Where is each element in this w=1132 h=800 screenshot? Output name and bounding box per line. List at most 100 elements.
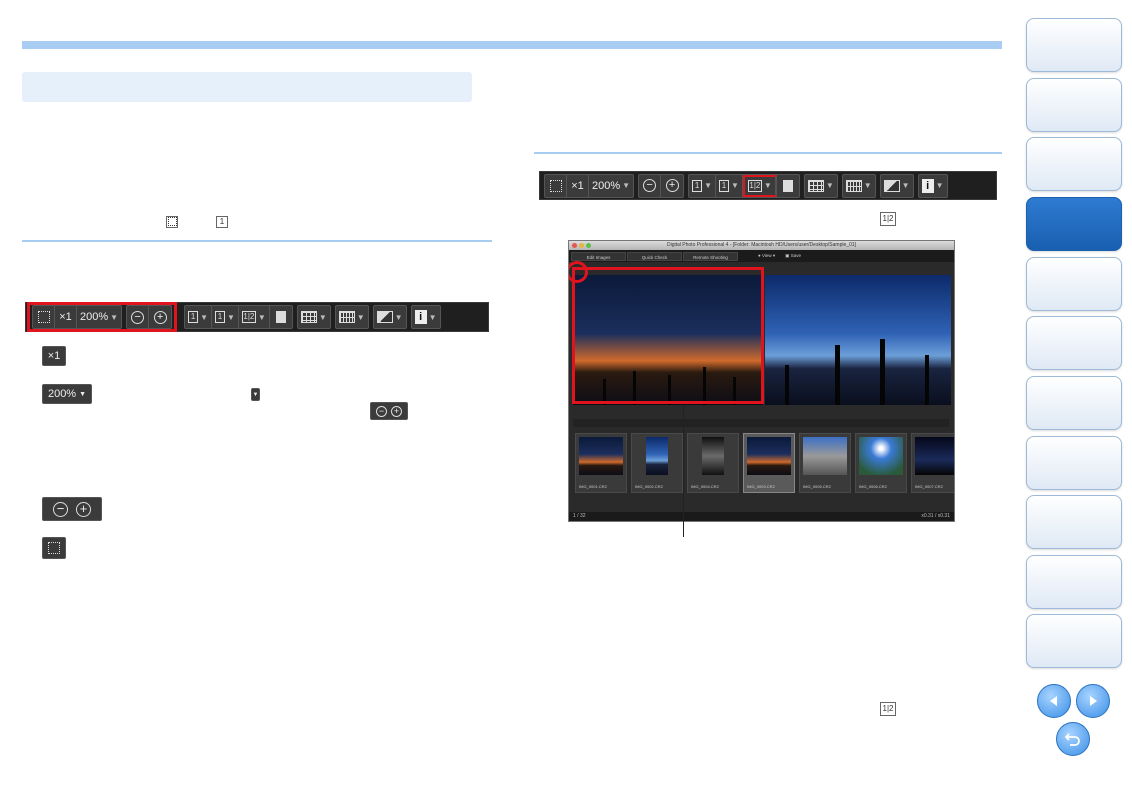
app-tabs: Edit Images Quick Check Remote Shooting … <box>569 250 954 262</box>
zoom-step-sample: − + <box>370 402 408 420</box>
layout-icon <box>782 179 793 192</box>
split-screen-button[interactable]: 1|2 ▼ <box>742 174 777 197</box>
nav-tab-9[interactable] <box>1026 495 1122 549</box>
zoom-percent-select[interactable]: 200% ▼ <box>77 306 121 328</box>
chevron-down-icon: ▼ <box>763 181 772 190</box>
fit-window-button[interactable] <box>33 306 55 328</box>
right-preview-pane[interactable] <box>765 275 951 405</box>
grid-button[interactable]: ▼ <box>805 175 837 197</box>
close-window-icon[interactable] <box>572 243 577 248</box>
return-button[interactable] <box>1056 722 1090 756</box>
info-group: i ▼ <box>410 305 441 329</box>
thumbnail[interactable]: IMG_0004.CR2 <box>687 433 739 493</box>
nav-tab-2[interactable] <box>1026 78 1122 132</box>
nav-tab-1[interactable] <box>1026 18 1122 72</box>
tab-remote-shooting[interactable]: Remote Shooting <box>683 251 738 261</box>
app-title-bar: Digital Photo Professional 4 - [Folder: … <box>569 241 954 250</box>
frame-compare-button[interactable]: 1 ▼ <box>212 306 239 328</box>
thumbnail[interactable]: IMG_0005.CR2 <box>799 433 851 493</box>
af-points-icon <box>845 179 862 192</box>
layout-button[interactable] <box>270 306 292 328</box>
maximize-window-icon[interactable] <box>586 243 591 248</box>
thumbnail-strip: IMG_0001.CR2 IMG_0002.CR2 IMG_0004.CR2 I… <box>569 433 954 493</box>
prev-page-button[interactable] <box>1037 684 1071 718</box>
chevron-down-icon: ▼ <box>394 312 403 322</box>
zoom-in-button[interactable]: + <box>149 306 171 328</box>
section-top-bar <box>22 41 1002 49</box>
zoom-out-icon: − <box>376 405 387 417</box>
thumbnail[interactable]: IMG_0002.CR2 <box>631 433 683 493</box>
info-button[interactable]: i ▼ <box>412 306 440 328</box>
nav-tab-4-active[interactable] <box>1026 197 1122 251</box>
grid-button[interactable]: ▼ <box>298 306 330 328</box>
tab-quick-check[interactable]: Quick Check <box>627 251 682 261</box>
nav-tab-8[interactable] <box>1026 436 1122 490</box>
split-screen-button[interactable]: 1|2 ▼ <box>239 306 270 328</box>
minimize-window-icon[interactable] <box>579 243 584 248</box>
zoom-x1-button[interactable]: ×1 <box>55 306 77 328</box>
fit-window-icon <box>48 542 60 554</box>
info-button[interactable]: i ▼ <box>919 175 947 197</box>
tab-edit-images[interactable]: Edit Images <box>571 251 626 261</box>
chevron-down-icon: ▼ <box>79 390 87 398</box>
layout-button[interactable] <box>777 175 799 197</box>
status-right: x0.31 / x0.31 <box>921 513 950 519</box>
zoom-x1-button[interactable]: ×1 <box>567 174 589 197</box>
view-button[interactable]: ● View ▾ <box>758 253 775 259</box>
zoom-out-button[interactable]: − <box>639 174 662 197</box>
next-page-icon <box>1090 696 1097 706</box>
zoom-in-icon: + <box>76 501 91 517</box>
nav-tab-5[interactable] <box>1026 257 1122 311</box>
thumbnail-filename: IMG_0003.CR2 <box>747 484 775 489</box>
frame-group: 1 ▼ 1 ▼ 1|2 ▼ <box>184 305 293 329</box>
zoom-step-group: − + <box>638 173 685 198</box>
frame-single-button[interactable]: 1 ▼ <box>185 306 212 328</box>
nav-tab-7[interactable] <box>1026 376 1122 430</box>
split-screen-icon: 1|2 <box>241 311 256 323</box>
dropdown-arrow-sample: ▼ <box>251 388 260 401</box>
thumbnail-selected[interactable]: IMG_0003.CR2 <box>743 433 795 493</box>
nav-tab-11[interactable] <box>1026 614 1122 668</box>
fit-window-button[interactable] <box>545 174 567 197</box>
chevron-down-icon: ▼ <box>901 181 910 190</box>
zoom-in-icon: + <box>665 179 679 192</box>
app-title: Digital Photo Professional 4 - [Folder: … <box>667 242 856 248</box>
zoom-step-sample-large: − + <box>42 497 102 521</box>
nav-tab-3[interactable] <box>1026 137 1122 191</box>
view-label: View <box>761 253 772 258</box>
zoom-percent-select[interactable]: 200% ▼ <box>589 175 633 197</box>
chevron-down-icon: ▼ <box>863 181 872 190</box>
zoom-out-button[interactable]: − <box>127 306 150 328</box>
zoom-in-button[interactable]: + <box>661 175 683 197</box>
frame-compare-button[interactable]: 1 ▼ <box>716 174 743 197</box>
thumbnail[interactable]: IMG_0006.CR2 <box>855 433 907 493</box>
thumbnail-filename: IMG_0002.CR2 <box>635 484 663 489</box>
highlight-warning-button[interactable]: ▼ <box>374 306 406 328</box>
af-points-button[interactable]: ▼ <box>336 306 368 328</box>
thumbnail[interactable]: IMG_0001.CR2 <box>575 433 627 493</box>
chevron-down-icon: ▼ <box>356 312 365 322</box>
thumbnail-image <box>803 437 847 475</box>
frame-single-button[interactable]: 1 ▼ <box>689 174 716 197</box>
zoom-percent-label: 200% <box>592 179 621 192</box>
fit-window-icon <box>549 179 562 192</box>
highlight-warning-button[interactable]: ▼ <box>881 175 913 197</box>
zoom-controls-highlight: ×1 200% ▼ − + <box>27 302 178 332</box>
nav-tab-10[interactable] <box>1026 555 1122 609</box>
info-icon: i <box>414 310 427 324</box>
split-screen-inline-icon-bottom: 1|2 <box>880 702 896 716</box>
chevron-down-icon: ▼ <box>257 312 266 322</box>
next-page-button[interactable] <box>1076 684 1110 718</box>
zoom-in-icon: + <box>391 405 402 417</box>
zoom-group: ×1 200% ▼ <box>32 305 123 329</box>
fit-window-sample <box>42 537 66 559</box>
nav-tab-6[interactable] <box>1026 316 1122 370</box>
save-button[interactable]: ▣ Save <box>785 253 801 259</box>
af-points-button[interactable]: ▼ <box>843 175 875 197</box>
zoom-x1-label: ×1 <box>571 179 584 192</box>
x1-icon-sample: ×1 <box>42 346 66 366</box>
thumbnail[interactable]: IMG_0007.CR2 <box>911 433 954 493</box>
frame-single-icon: 1 <box>692 179 703 192</box>
info-group: i ▼ <box>917 173 948 198</box>
status-left: 1 / 32 <box>573 513 586 519</box>
